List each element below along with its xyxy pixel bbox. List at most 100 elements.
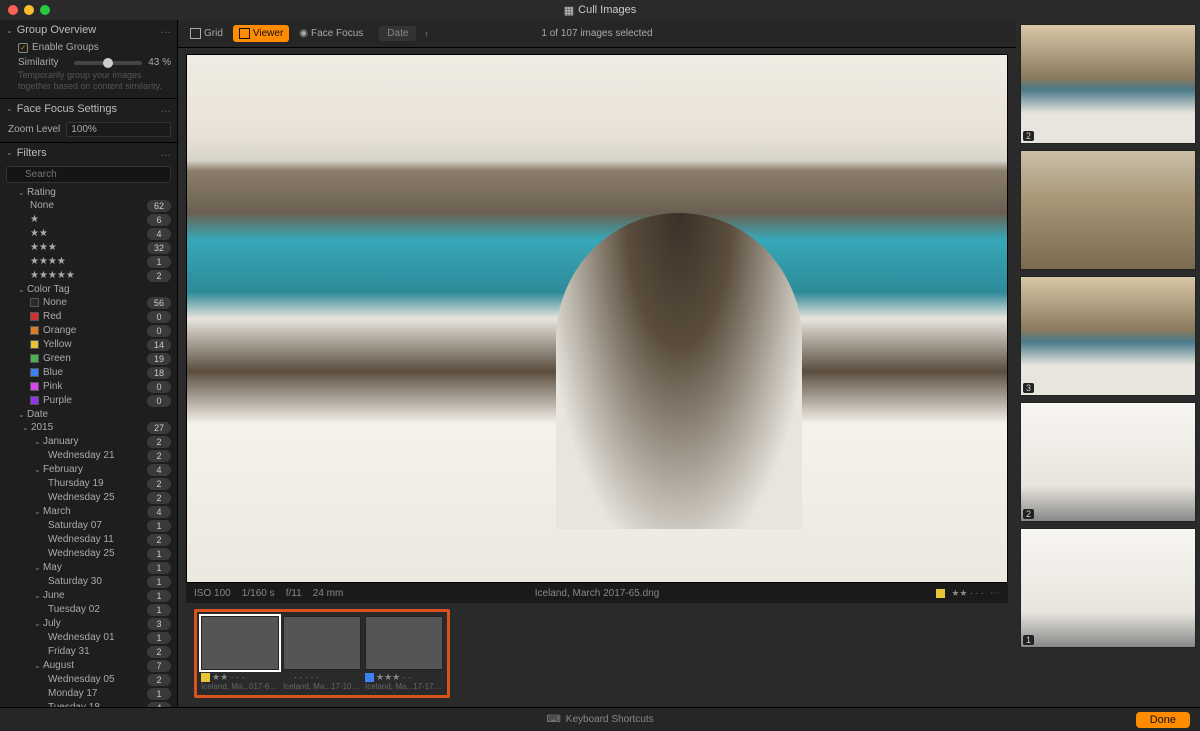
color-filter[interactable]: Blue18 xyxy=(0,366,177,380)
color-filter[interactable]: Purple0 xyxy=(0,394,177,408)
chevron-down-icon: ⌄ xyxy=(18,410,27,419)
date-filter[interactable]: Saturday 071 xyxy=(0,519,177,533)
sidebar: ⌄ Group Overview … ✓ Enable Groups Simil… xyxy=(0,20,178,707)
zoom-row: Zoom Level 100% xyxy=(0,119,177,142)
more-icon[interactable]: ⋯ xyxy=(990,588,1000,599)
rating-filter[interactable]: ★6 xyxy=(0,213,177,227)
date-filter[interactable]: Friday 312 xyxy=(0,645,177,659)
group-thumb[interactable]: 1 xyxy=(1020,528,1196,648)
done-button[interactable]: Done xyxy=(1136,712,1190,728)
section-filters[interactable]: ⌄ Filters … xyxy=(0,143,177,163)
date-filter[interactable]: ⌄ July3 xyxy=(0,617,177,631)
group-count-badge: 2 xyxy=(1023,509,1034,519)
sort-select[interactable]: Date xyxy=(379,26,416,41)
date-filter[interactable]: Wednesday 212 xyxy=(0,449,177,463)
date-filter[interactable]: ⌄ February4 xyxy=(0,463,177,477)
chevron-down-icon: ⌄ xyxy=(6,104,13,113)
date-filter[interactable]: Wednesday 252 xyxy=(0,491,177,505)
date-filter[interactable]: Tuesday 021 xyxy=(0,603,177,617)
group-count-badge: 2 xyxy=(1023,131,1034,141)
checkbox-icon[interactable]: ✓ xyxy=(18,43,28,53)
color-filter[interactable]: Orange0 xyxy=(0,324,177,338)
minimize-icon[interactable] xyxy=(24,5,34,15)
color-filter[interactable]: Green19 xyxy=(0,352,177,366)
image-meta: ISO 100 1/160 s f/11 24 mm xyxy=(194,588,343,599)
group-thumb[interactable]: 2 xyxy=(1020,24,1196,144)
color-tag-icon[interactable] xyxy=(936,589,945,598)
sort-asc-icon[interactable]: ↑ xyxy=(424,29,429,39)
help-text: Temporarily group your images together b… xyxy=(0,70,177,98)
more-icon[interactable]: … xyxy=(160,24,171,36)
section-group-overview[interactable]: ⌄ Group Overview … xyxy=(0,20,177,40)
color-filter[interactable]: Yellow14 xyxy=(0,338,177,352)
color-tag-icon xyxy=(283,673,292,682)
group-thumb[interactable] xyxy=(1020,150,1196,270)
keyboard-icon: ⌨ xyxy=(546,714,560,725)
search-input[interactable] xyxy=(6,166,171,183)
color-filter[interactable]: Pink0 xyxy=(0,380,177,394)
filmstrip-thumb[interactable]: ★★★ · ·Iceland, Ma...17-174.dng xyxy=(365,616,443,691)
chevron-down-icon: ⌄ xyxy=(6,26,13,35)
chevron-down-icon: ⌄ xyxy=(18,188,27,197)
filmstrip: ★★ · · ·Iceland, Ma...017-65.dng· · · · … xyxy=(186,603,1008,707)
selection-status: 1 of 107 images selected xyxy=(541,28,652,39)
main-image[interactable] xyxy=(186,54,1008,583)
rating-filter[interactable]: None62 xyxy=(0,199,177,213)
filmstrip-thumb[interactable]: ★★ · · ·Iceland, Ma...017-65.dng xyxy=(201,616,279,691)
face-focus-button[interactable]: ◉Face Focus xyxy=(293,25,369,42)
section-title: Group Overview xyxy=(17,24,96,36)
filmstrip-thumb[interactable]: · · · · ·Iceland, Ma...17-105.cr2 xyxy=(283,616,361,691)
more-icon[interactable]: … xyxy=(160,103,171,115)
group-count-badge: 1 xyxy=(1023,635,1034,645)
section-face-focus[interactable]: ⌄ Face Focus Settings … xyxy=(0,99,177,119)
date-filter[interactable]: Wednesday 011 xyxy=(0,631,177,645)
viewer-icon xyxy=(239,28,250,39)
group-thumb[interactable]: 2 xyxy=(1020,402,1196,522)
date-filter[interactable]: Wednesday 052 xyxy=(0,673,177,687)
main-pane: Grid Viewer ◉Face Focus Date ↑ 1 of 107 … xyxy=(178,20,1016,707)
image-info-bar: ISO 100 1/160 s f/11 24 mm Iceland, Marc… xyxy=(186,583,1008,603)
keyboard-shortcuts-button[interactable]: ⌨ Keyboard Shortcuts xyxy=(546,714,653,725)
group-thumb[interactable]: 3 xyxy=(1020,276,1196,396)
date-filter[interactable]: Wednesday 251 xyxy=(0,547,177,561)
zoom-label: Zoom Level xyxy=(8,124,60,135)
section-title: Face Focus Settings xyxy=(17,103,117,115)
similarity-row: Similarity 43 % xyxy=(0,55,177,70)
more-icon[interactable]: … xyxy=(160,147,171,159)
rating-filter[interactable]: ★★★★★2 xyxy=(0,269,177,283)
date-filter[interactable]: ⌄ January2 xyxy=(0,435,177,449)
filter-date-header[interactable]: ⌄ Date xyxy=(0,408,177,421)
date-filter[interactable]: Wednesday 112 xyxy=(0,533,177,547)
date-filter[interactable]: ⌄ August7 xyxy=(0,659,177,673)
maximize-icon[interactable] xyxy=(40,5,50,15)
viewer-button[interactable]: Viewer xyxy=(233,25,289,42)
date-filter[interactable]: ⌄ 201527 xyxy=(0,421,177,435)
grid-icon xyxy=(190,28,201,39)
date-filter[interactable]: Monday 171 xyxy=(0,687,177,701)
filter-colortag-header[interactable]: ⌄ Color Tag xyxy=(0,283,177,296)
date-filter[interactable]: Thursday 192 xyxy=(0,477,177,491)
toolbar: Grid Viewer ◉Face Focus Date ↑ 1 of 107 … xyxy=(178,20,1016,48)
footer: ⌨ Keyboard Shortcuts Done xyxy=(0,707,1200,731)
rating-filter[interactable]: ★★★32 xyxy=(0,241,177,255)
color-filter[interactable]: None56 xyxy=(0,296,177,310)
rating-filter[interactable]: ★★★★1 xyxy=(0,255,177,269)
filter-rating-header[interactable]: ⌄ Rating xyxy=(0,186,177,199)
enable-groups-row[interactable]: ✓ Enable Groups xyxy=(0,40,177,55)
face-icon: ◉ xyxy=(299,28,308,39)
image-filename: Iceland, March 2017-65.dng xyxy=(535,588,660,599)
date-filter[interactable]: ⌄ May1 xyxy=(0,561,177,575)
chevron-down-icon: ⌄ xyxy=(6,148,13,157)
zoom-select[interactable]: 100% xyxy=(66,122,171,137)
rating-filter[interactable]: ★★4 xyxy=(0,227,177,241)
color-tag-icon xyxy=(365,673,374,682)
similarity-slider[interactable] xyxy=(74,61,142,65)
date-filter[interactable]: Saturday 301 xyxy=(0,575,177,589)
rating-stars[interactable]: ★★ · · · xyxy=(951,588,984,599)
grid-button[interactable]: Grid xyxy=(184,25,229,42)
close-icon[interactable] xyxy=(8,5,18,15)
window-title: Cull Images xyxy=(578,4,636,16)
date-filter[interactable]: ⌄ June1 xyxy=(0,589,177,603)
date-filter[interactable]: ⌄ March4 xyxy=(0,505,177,519)
color-filter[interactable]: Red0 xyxy=(0,310,177,324)
